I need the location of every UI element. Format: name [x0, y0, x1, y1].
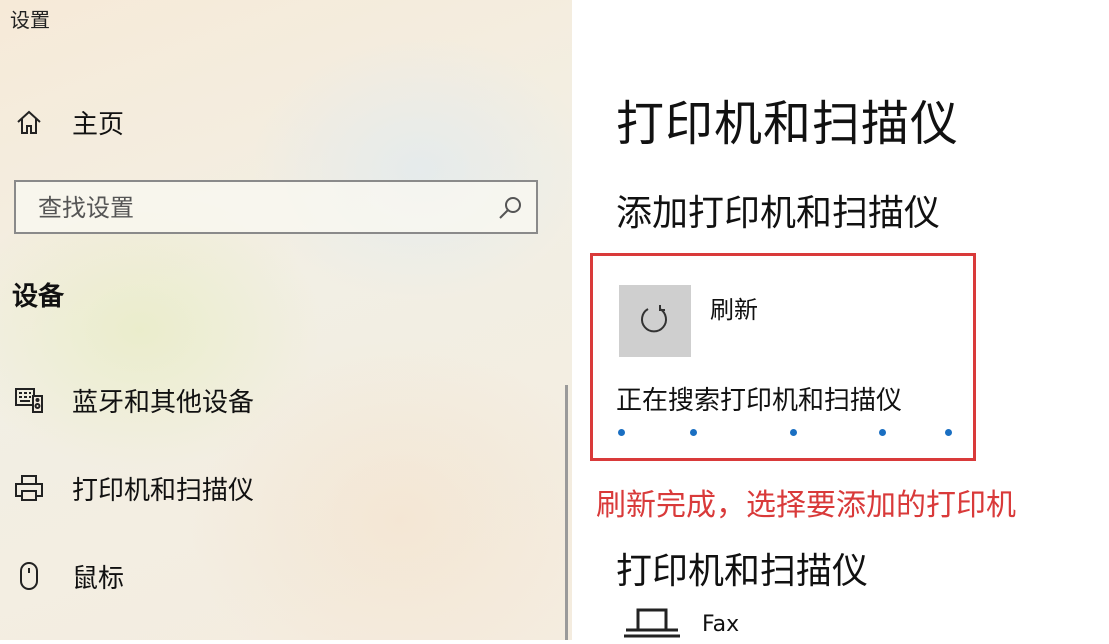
add-section-heading: 添加打印机和扫描仪 [616, 193, 941, 234]
sidebar-item-bluetooth[interactable]: 蓝牙和其他设备 [12, 380, 254, 420]
sidebar-item-printers[interactable]: 打印机和扫描仪 [12, 468, 254, 508]
refresh-icon [638, 302, 672, 340]
sidebar: 设置 主页 设备 [0, 0, 572, 640]
main-content: 打印机和扫描仪 添加打印机和扫描仪 刷新 正在搜索打印机和扫描仪 刷新完成，选择… [572, 0, 1109, 640]
progress-dot [790, 429, 797, 436]
refresh-button[interactable] [619, 285, 691, 357]
printer-icon [12, 471, 46, 505]
search-input[interactable] [36, 190, 480, 226]
mouse-icon [12, 559, 46, 593]
fax-printer-icon[interactable] [620, 606, 684, 640]
page-title: 打印机和扫描仪 [616, 96, 960, 152]
section-heading-devices: 设备 [12, 282, 65, 312]
window-title: 设置 [10, 8, 50, 32]
home-icon [12, 105, 46, 139]
search-icon[interactable] [496, 194, 524, 222]
sidebar-item-label: 鼠标 [72, 563, 125, 594]
printers-section-heading: 打印机和扫描仪 [616, 551, 869, 592]
sidebar-item-label: 主页 [72, 109, 125, 140]
progress-dot [945, 429, 952, 436]
sidebar-item-home[interactable]: 主页 [12, 102, 124, 142]
refresh-label[interactable]: 刷新 [710, 290, 758, 325]
sidebar-item-label: 蓝牙和其他设备 [72, 387, 255, 418]
bluetooth-devices-icon [12, 383, 46, 417]
search-box[interactable] [14, 180, 538, 234]
searching-status-text: 正在搜索打印机和扫描仪 [616, 386, 903, 416]
sidebar-scrollbar[interactable] [565, 385, 568, 640]
annotation-text: 刷新完成，选择要添加的打印机 [596, 488, 1016, 523]
sidebar-item-label: 打印机和扫描仪 [72, 475, 255, 506]
printer-item-fax[interactable]: Fax [702, 612, 739, 637]
sidebar-item-mouse[interactable]: 鼠标 [12, 556, 124, 596]
progress-dot [618, 429, 625, 436]
progress-dot [879, 429, 886, 436]
progress-dot [690, 429, 697, 436]
